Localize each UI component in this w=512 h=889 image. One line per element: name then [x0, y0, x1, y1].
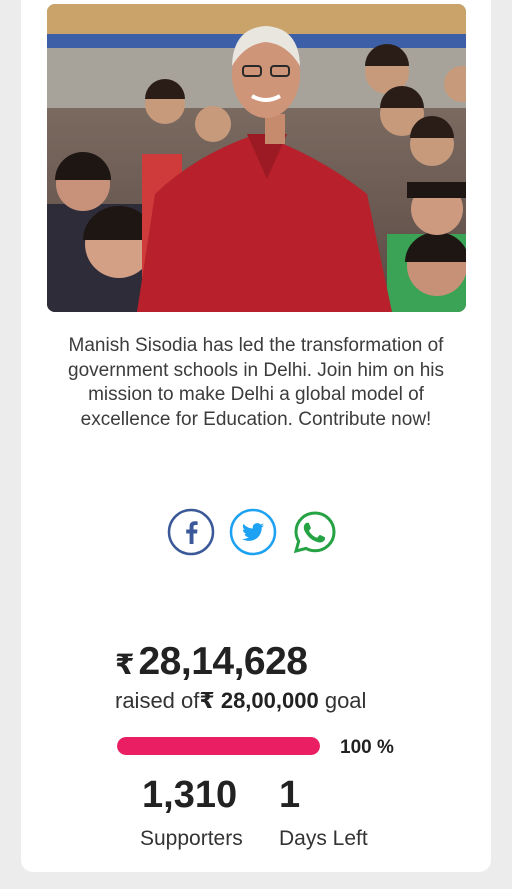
share-buttons [0, 508, 509, 556]
goal-suffix: goal [324, 688, 367, 713]
photo-of-man-with-students-icon [47, 4, 466, 312]
supporters-count: 1,310 [142, 774, 238, 816]
whatsapp-icon[interactable] [291, 508, 339, 556]
goal-amount: 28,00,000 [220, 688, 319, 713]
twitter-icon[interactable] [229, 508, 277, 556]
campaign-photo [47, 4, 466, 312]
supporters-stat: 1,310 Supporters [140, 775, 243, 851]
raised-amount: ₹ 28,14,628 [115, 640, 308, 684]
goal-line: raised of₹ 28,00,000 goal [115, 688, 366, 714]
supporters-label: Supporters [140, 827, 243, 850]
progress-bar-fill [117, 737, 320, 755]
progress-percent: 100 % [340, 737, 394, 758]
campaign-description: Manish Sisodia has led the transformatio… [68, 335, 444, 430]
facebook-icon[interactable] [167, 508, 215, 556]
raised-amount-value: 28,14,628 [138, 640, 308, 683]
goal-rupee-symbol: ₹ [199, 688, 215, 713]
raised-prefix: raised of [115, 688, 200, 713]
days-left-count: 1 [279, 774, 301, 816]
days-left-stat: 1 Days Left [279, 775, 368, 851]
progress-bar [117, 737, 320, 755]
rupee-symbol: ₹ [115, 649, 135, 680]
days-left-label: Days Left [279, 827, 368, 850]
